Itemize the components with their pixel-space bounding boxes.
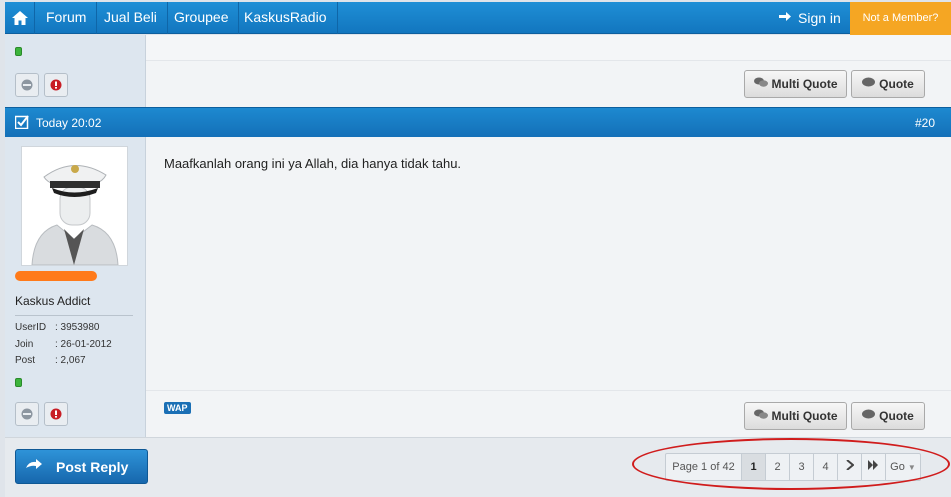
report-icon[interactable] bbox=[44, 402, 68, 426]
stat-post: Post : 2,067 bbox=[15, 355, 86, 366]
page-link-3[interactable]: 3 bbox=[790, 454, 814, 480]
previous-post-content: Multi Quote Quote bbox=[146, 35, 951, 107]
sidebar-divider bbox=[15, 315, 133, 316]
sign-in-label: Sign in bbox=[798, 10, 841, 26]
page-link-2[interactable]: 2 bbox=[766, 454, 790, 480]
nav-groupee[interactable]: Groupee bbox=[164, 2, 240, 34]
post-reply-button[interactable]: Post Reply bbox=[15, 449, 148, 484]
stat-label: Join bbox=[15, 339, 34, 350]
multi-quote-button[interactable]: Multi Quote bbox=[744, 70, 847, 98]
post-message: Maafkanlah orang ini ya Allah, dia hanya… bbox=[164, 156, 462, 171]
post-reply-label: Post Reply bbox=[56, 458, 129, 475]
redacted-username bbox=[15, 271, 97, 281]
stat-join: Join : 26-01-2012 bbox=[15, 339, 112, 350]
quote-button[interactable]: Quote bbox=[851, 70, 925, 98]
nav-kaskusradio[interactable]: KaskusRadio bbox=[234, 2, 338, 34]
nav-forum[interactable]: Forum bbox=[36, 2, 98, 34]
pagination: Page 1 of 42 1 2 3 4 Go ▼ bbox=[665, 453, 921, 481]
user-sidebar: Kaskus Addict UserID : 3953980 Join : 26… bbox=[5, 137, 146, 437]
multi-quote-label: Multi Quote bbox=[771, 77, 838, 91]
quote-label: Quote bbox=[879, 409, 914, 423]
bottom-bar: Post Reply Page 1 of 42 1 2 3 4 Go ▼ bbox=[5, 437, 951, 497]
stat-label: UserID bbox=[15, 322, 47, 333]
chevron-down-icon: ▼ bbox=[907, 463, 916, 472]
go-to-page-button[interactable]: Go ▼ bbox=[886, 454, 920, 480]
sign-in-link[interactable]: Sign in bbox=[779, 2, 841, 34]
reply-arrow-icon bbox=[26, 458, 42, 475]
multi-quote-label: Multi Quote bbox=[771, 409, 838, 423]
quote-icon bbox=[862, 77, 876, 91]
post-timestamp: Today 20:02 bbox=[36, 116, 102, 130]
avatar[interactable] bbox=[21, 146, 128, 266]
quote-label: Quote bbox=[879, 77, 914, 91]
top-navbar: Forum Jual Beli Groupee KaskusRadio Sign… bbox=[5, 2, 951, 40]
page-link-4[interactable]: 4 bbox=[814, 454, 838, 480]
multi-quote-icon bbox=[753, 409, 768, 423]
report-icon[interactable] bbox=[44, 73, 68, 97]
user-rank: Kaskus Addict bbox=[15, 294, 91, 308]
stat-value: : 2,067 bbox=[55, 355, 86, 366]
previous-post-sidebar bbox=[5, 35, 146, 107]
post-header: Today 20:02 #20 bbox=[5, 107, 951, 137]
sign-in-icon bbox=[779, 3, 792, 33]
multi-quote-icon bbox=[753, 77, 768, 91]
page-indicator: Page 1 of 42 bbox=[666, 454, 742, 480]
wap-icon: WAP bbox=[164, 402, 191, 414]
post-content: Maafkanlah orang ini ya Allah, dia hanya… bbox=[146, 137, 951, 437]
post-footer: WAP Multi Quote Quote bbox=[146, 390, 951, 437]
go-label: Go bbox=[890, 461, 905, 473]
not-a-member-label: Not a Member? bbox=[862, 12, 939, 24]
stat-value: : 3953980 bbox=[55, 322, 100, 333]
quote-icon bbox=[862, 409, 876, 423]
profile-icon[interactable] bbox=[15, 73, 39, 97]
last-page-icon[interactable] bbox=[862, 454, 886, 480]
stat-userid: UserID : 3953980 bbox=[15, 322, 100, 333]
post-number[interactable]: #20 bbox=[915, 116, 935, 130]
next-page-icon[interactable] bbox=[838, 454, 862, 480]
page-link-1[interactable]: 1 bbox=[742, 454, 766, 480]
stat-value: : 26-01-2012 bbox=[55, 339, 112, 350]
home-icon[interactable] bbox=[5, 2, 35, 34]
post-body-edge bbox=[146, 35, 951, 61]
online-status-icon bbox=[15, 378, 22, 387]
nav-jual-beli[interactable]: Jual Beli bbox=[94, 2, 168, 34]
multi-quote-button[interactable]: Multi Quote bbox=[744, 402, 847, 430]
checkbox-icon[interactable] bbox=[14, 115, 29, 134]
stat-label: Post bbox=[15, 355, 36, 366]
profile-icon[interactable] bbox=[15, 402, 39, 426]
quote-button[interactable]: Quote bbox=[851, 402, 925, 430]
online-status-icon bbox=[15, 47, 22, 56]
